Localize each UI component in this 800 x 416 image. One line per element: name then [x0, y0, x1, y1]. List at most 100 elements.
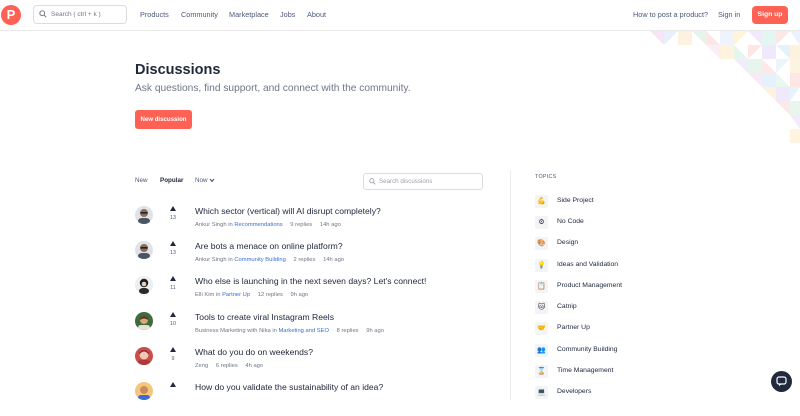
discussion-row[interactable]: How do you validate the sustainability o… — [135, 382, 505, 416]
column-divider — [510, 170, 511, 400]
topic-design[interactable]: 🎨 Design — [535, 237, 735, 251]
topic-community-building[interactable]: 👥 Community Building — [535, 344, 735, 358]
topic-label: No Code — [557, 218, 584, 225]
upvote-button[interactable]: 13 — [167, 241, 179, 256]
developer-icon: 💻 — [535, 386, 548, 399]
avatar — [135, 241, 153, 259]
discussion-meta: Business Marketing with Nika in Marketin… — [195, 328, 384, 334]
posted-time: 14h ago — [319, 222, 341, 228]
nav-jobs[interactable]: Jobs — [280, 0, 295, 31]
reply-count: 2 replies — [293, 257, 316, 263]
author-name[interactable]: Business Marketing with Nika — [195, 328, 271, 334]
upvote-button[interactable]: 13 — [167, 206, 179, 221]
discussion-row[interactable]: 10 Tools to create viral Instagram Reels… — [135, 312, 505, 346]
discussion-title[interactable]: What do you do on weekends? — [195, 347, 313, 357]
topic-no-code[interactable]: ⚙ No Code — [535, 216, 735, 230]
upvote-count: 11 — [170, 285, 176, 291]
filter-new[interactable]: New — [135, 177, 148, 184]
decorative-pattern — [650, 31, 800, 143]
topic-label: Design — [557, 239, 579, 246]
search-icon — [39, 10, 47, 18]
author-name[interactable]: Ankur Singh — [195, 257, 227, 263]
topic-developers[interactable]: 💻 Developers — [535, 386, 735, 400]
how-to-post-link[interactable]: How to post a product? — [633, 0, 708, 30]
topic-ideas-and-validation[interactable]: 💡 Ideas and Validation — [535, 259, 735, 273]
time-filter-label: Now — [195, 177, 208, 184]
discussion-meta: Elli Kim in Partner Up 12 replies 9h ago — [195, 292, 309, 298]
new-discussion-button[interactable]: New discussion — [135, 110, 192, 129]
upvote-arrow-icon — [170, 382, 176, 387]
discussion-category[interactable]: Partner Up — [222, 292, 250, 298]
gear-icon: ⚙ — [535, 216, 548, 229]
discussion-title[interactable]: Who else is launching in the next seven … — [195, 276, 426, 286]
search-icon — [369, 178, 376, 185]
time-filter-dropdown[interactable]: Now — [195, 177, 215, 184]
filter-popular[interactable]: Popular — [160, 177, 183, 184]
topic-partner-up[interactable]: 🤝 Partner Up — [535, 322, 735, 336]
author-name[interactable]: Elli Kim — [195, 292, 214, 298]
discussion-title[interactable]: How do you validate the sustainability o… — [195, 382, 383, 392]
avatar — [135, 312, 153, 330]
people-icon: 👥 — [535, 344, 548, 357]
clipboard-icon: 📋 — [535, 280, 548, 293]
discussion-row[interactable]: 13 Which sector (vertical) will AI disru… — [135, 206, 505, 240]
discussion-title[interactable]: Are bots a menace on online platform? — [195, 241, 343, 251]
discussion-search-input[interactable]: Search discussions — [363, 173, 483, 190]
topic-label: Catnip — [557, 303, 577, 310]
nav-marketplace[interactable]: Marketplace — [229, 0, 269, 31]
posted-time: 9h ago — [366, 328, 384, 334]
chat-launcher-button[interactable] — [771, 371, 792, 392]
upvote-arrow-icon — [170, 312, 176, 317]
discussion-title[interactable]: Tools to create viral Instagram Reels — [195, 312, 334, 322]
nav-community[interactable]: Community — [181, 0, 218, 31]
topic-product-management[interactable]: 📋 Product Management — [535, 280, 735, 294]
avatar — [135, 382, 153, 400]
reply-count: 8 replies — [336, 328, 359, 334]
discussion-category[interactable]: Community Building — [234, 257, 286, 263]
discussion-search-placeholder: Search discussions — [379, 178, 433, 185]
reply-count: 12 replies — [257, 292, 283, 298]
chevron-down-icon — [209, 178, 215, 183]
discussion-meta: Ankur Singh in Community Building 2 repl… — [195, 257, 345, 263]
discussion-title[interactable]: Which sector (vertical) will AI disrupt … — [195, 206, 381, 216]
nav-about[interactable]: About — [307, 0, 326, 31]
discussion-meta: Ankur Singh in Recommendations 9 replies… — [195, 222, 341, 228]
topic-label: Ideas and Validation — [557, 261, 619, 268]
upvote-count: 13 — [170, 250, 176, 256]
sign-in-link[interactable]: Sign in — [718, 0, 740, 30]
discussion-row[interactable]: 11 Who else is launching in the next sev… — [135, 276, 505, 310]
topic-catnip[interactable]: 🐱 Catnip — [535, 301, 735, 315]
reply-count: 6 replies — [215, 363, 238, 369]
discussion-row[interactable]: 9 What do you do on weekends? Zeng 6 rep… — [135, 347, 505, 381]
upvote-button[interactable]: 11 — [167, 276, 179, 291]
topic-label: Product Management — [557, 282, 622, 289]
cat-icon: 🐱 — [535, 301, 548, 314]
page-subtitle: Ask questions, find support, and connect… — [135, 83, 411, 94]
topic-label: Developers — [557, 388, 592, 395]
upvote-button[interactable]: 9 — [167, 347, 179, 362]
posted-time: 9h ago — [290, 292, 309, 298]
discussion-category[interactable]: Recommendations — [234, 222, 282, 228]
upvote-arrow-icon — [170, 276, 176, 281]
author-name[interactable]: Ankur Singh — [195, 222, 227, 228]
nav-products[interactable]: Products — [140, 0, 169, 31]
palette-icon: 🎨 — [535, 237, 548, 250]
global-search-input[interactable]: Search ( ctrl + k ) — [33, 5, 127, 24]
upvote-button[interactable] — [167, 382, 179, 387]
upvote-button[interactable]: 10 — [167, 312, 179, 327]
search-placeholder: Search ( ctrl + k ) — [51, 11, 101, 18]
topic-side-project[interactable]: 💪 Side Project — [535, 195, 735, 209]
handshake-icon: 🤝 — [535, 322, 548, 335]
discussion-row[interactable]: 13 Are bots a menace on online platform?… — [135, 241, 505, 275]
chat-bubble-icon — [776, 376, 787, 387]
producthunt-logo[interactable]: P — [1, 5, 21, 25]
lightbulb-icon: 💡 — [535, 259, 548, 272]
discussion-category[interactable]: Marketing and SEO — [278, 328, 329, 334]
topics-heading: TOPICS — [535, 174, 557, 180]
page-title: Discussions — [135, 62, 221, 78]
avatar — [135, 347, 153, 365]
sign-up-button[interactable]: Sign up — [752, 6, 788, 24]
topic-label: Time Management — [557, 367, 614, 374]
author-name[interactable]: Zeng — [195, 363, 208, 369]
topic-time-management[interactable]: ⌛ Time Management — [535, 365, 735, 379]
